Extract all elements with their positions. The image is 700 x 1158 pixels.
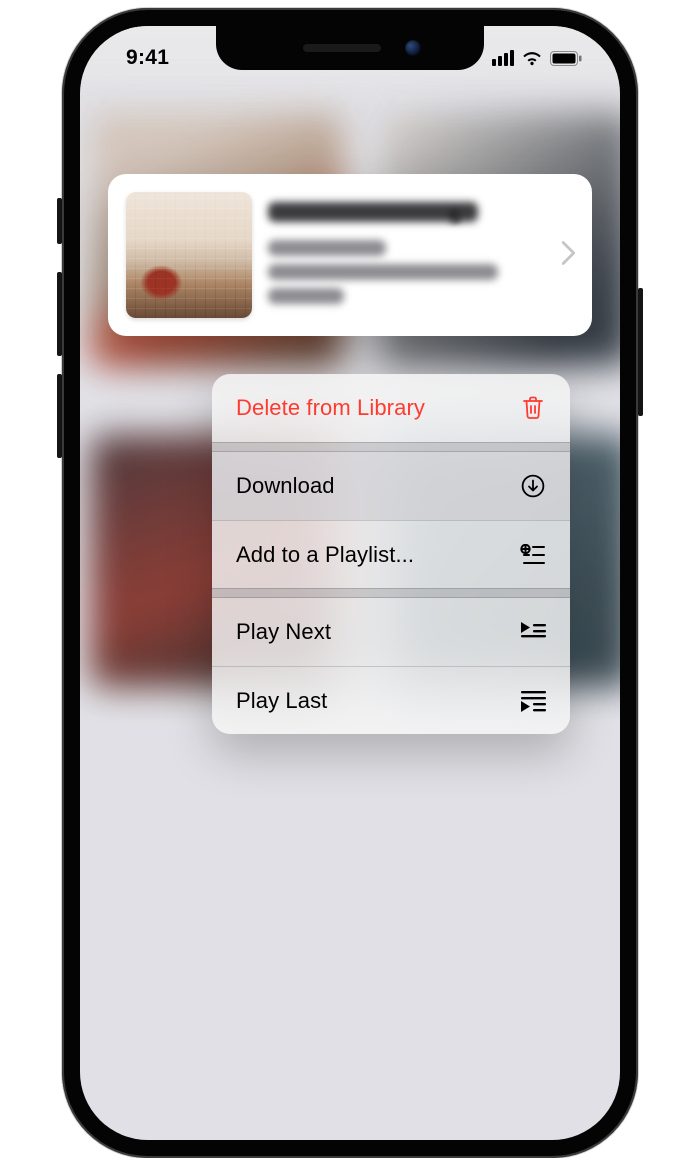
trash-icon	[520, 396, 546, 420]
menu-item-label: Play Next	[236, 619, 331, 645]
menu-item-label: Add to a Playlist...	[236, 542, 414, 568]
item-preview-info: s	[268, 206, 546, 304]
menu-item-label: Download	[236, 473, 335, 499]
play-last-icon	[520, 690, 546, 712]
menu-section-divider	[212, 588, 570, 598]
iphone-device-frame: 9:41 s	[62, 8, 638, 1158]
side-button-vol-down	[57, 374, 62, 458]
item-subtitle-blurred	[268, 240, 386, 256]
add-to-playlist-icon	[520, 544, 546, 566]
front-camera	[405, 40, 421, 56]
side-button-silent	[57, 198, 62, 244]
cellular-icon	[492, 50, 514, 66]
menu-section-divider	[212, 442, 570, 452]
item-detail-blurred-2	[268, 288, 344, 304]
menu-item-label: Delete from Library	[236, 395, 425, 421]
menu-delete-from-library[interactable]: Delete from Library	[212, 374, 570, 442]
side-button-power	[638, 288, 643, 416]
status-time: 9:41	[126, 46, 169, 70]
menu-download[interactable]: Download	[212, 452, 570, 520]
download-icon	[520, 474, 546, 498]
menu-add-to-playlist[interactable]: Add to a Playlist...	[212, 520, 570, 588]
item-title-blurred	[268, 202, 478, 222]
wifi-icon	[521, 50, 543, 66]
speaker-grille	[303, 44, 381, 52]
play-next-icon	[520, 622, 546, 642]
status-indicators	[492, 50, 582, 66]
screen: 9:41 s	[80, 26, 620, 1140]
menu-play-next[interactable]: Play Next	[212, 598, 570, 666]
item-title-visible-suffix: s	[448, 202, 461, 230]
chevron-right-icon	[562, 241, 576, 270]
item-preview-card[interactable]: s	[108, 174, 592, 336]
item-detail-blurred-1	[268, 264, 498, 280]
context-menu: Delete from Library Download Add to a Pl…	[212, 374, 570, 734]
device-notch	[216, 26, 484, 70]
album-artwork	[126, 192, 252, 318]
battery-icon	[550, 51, 582, 66]
menu-item-label: Play Last	[236, 688, 327, 714]
side-button-vol-up	[57, 272, 62, 356]
